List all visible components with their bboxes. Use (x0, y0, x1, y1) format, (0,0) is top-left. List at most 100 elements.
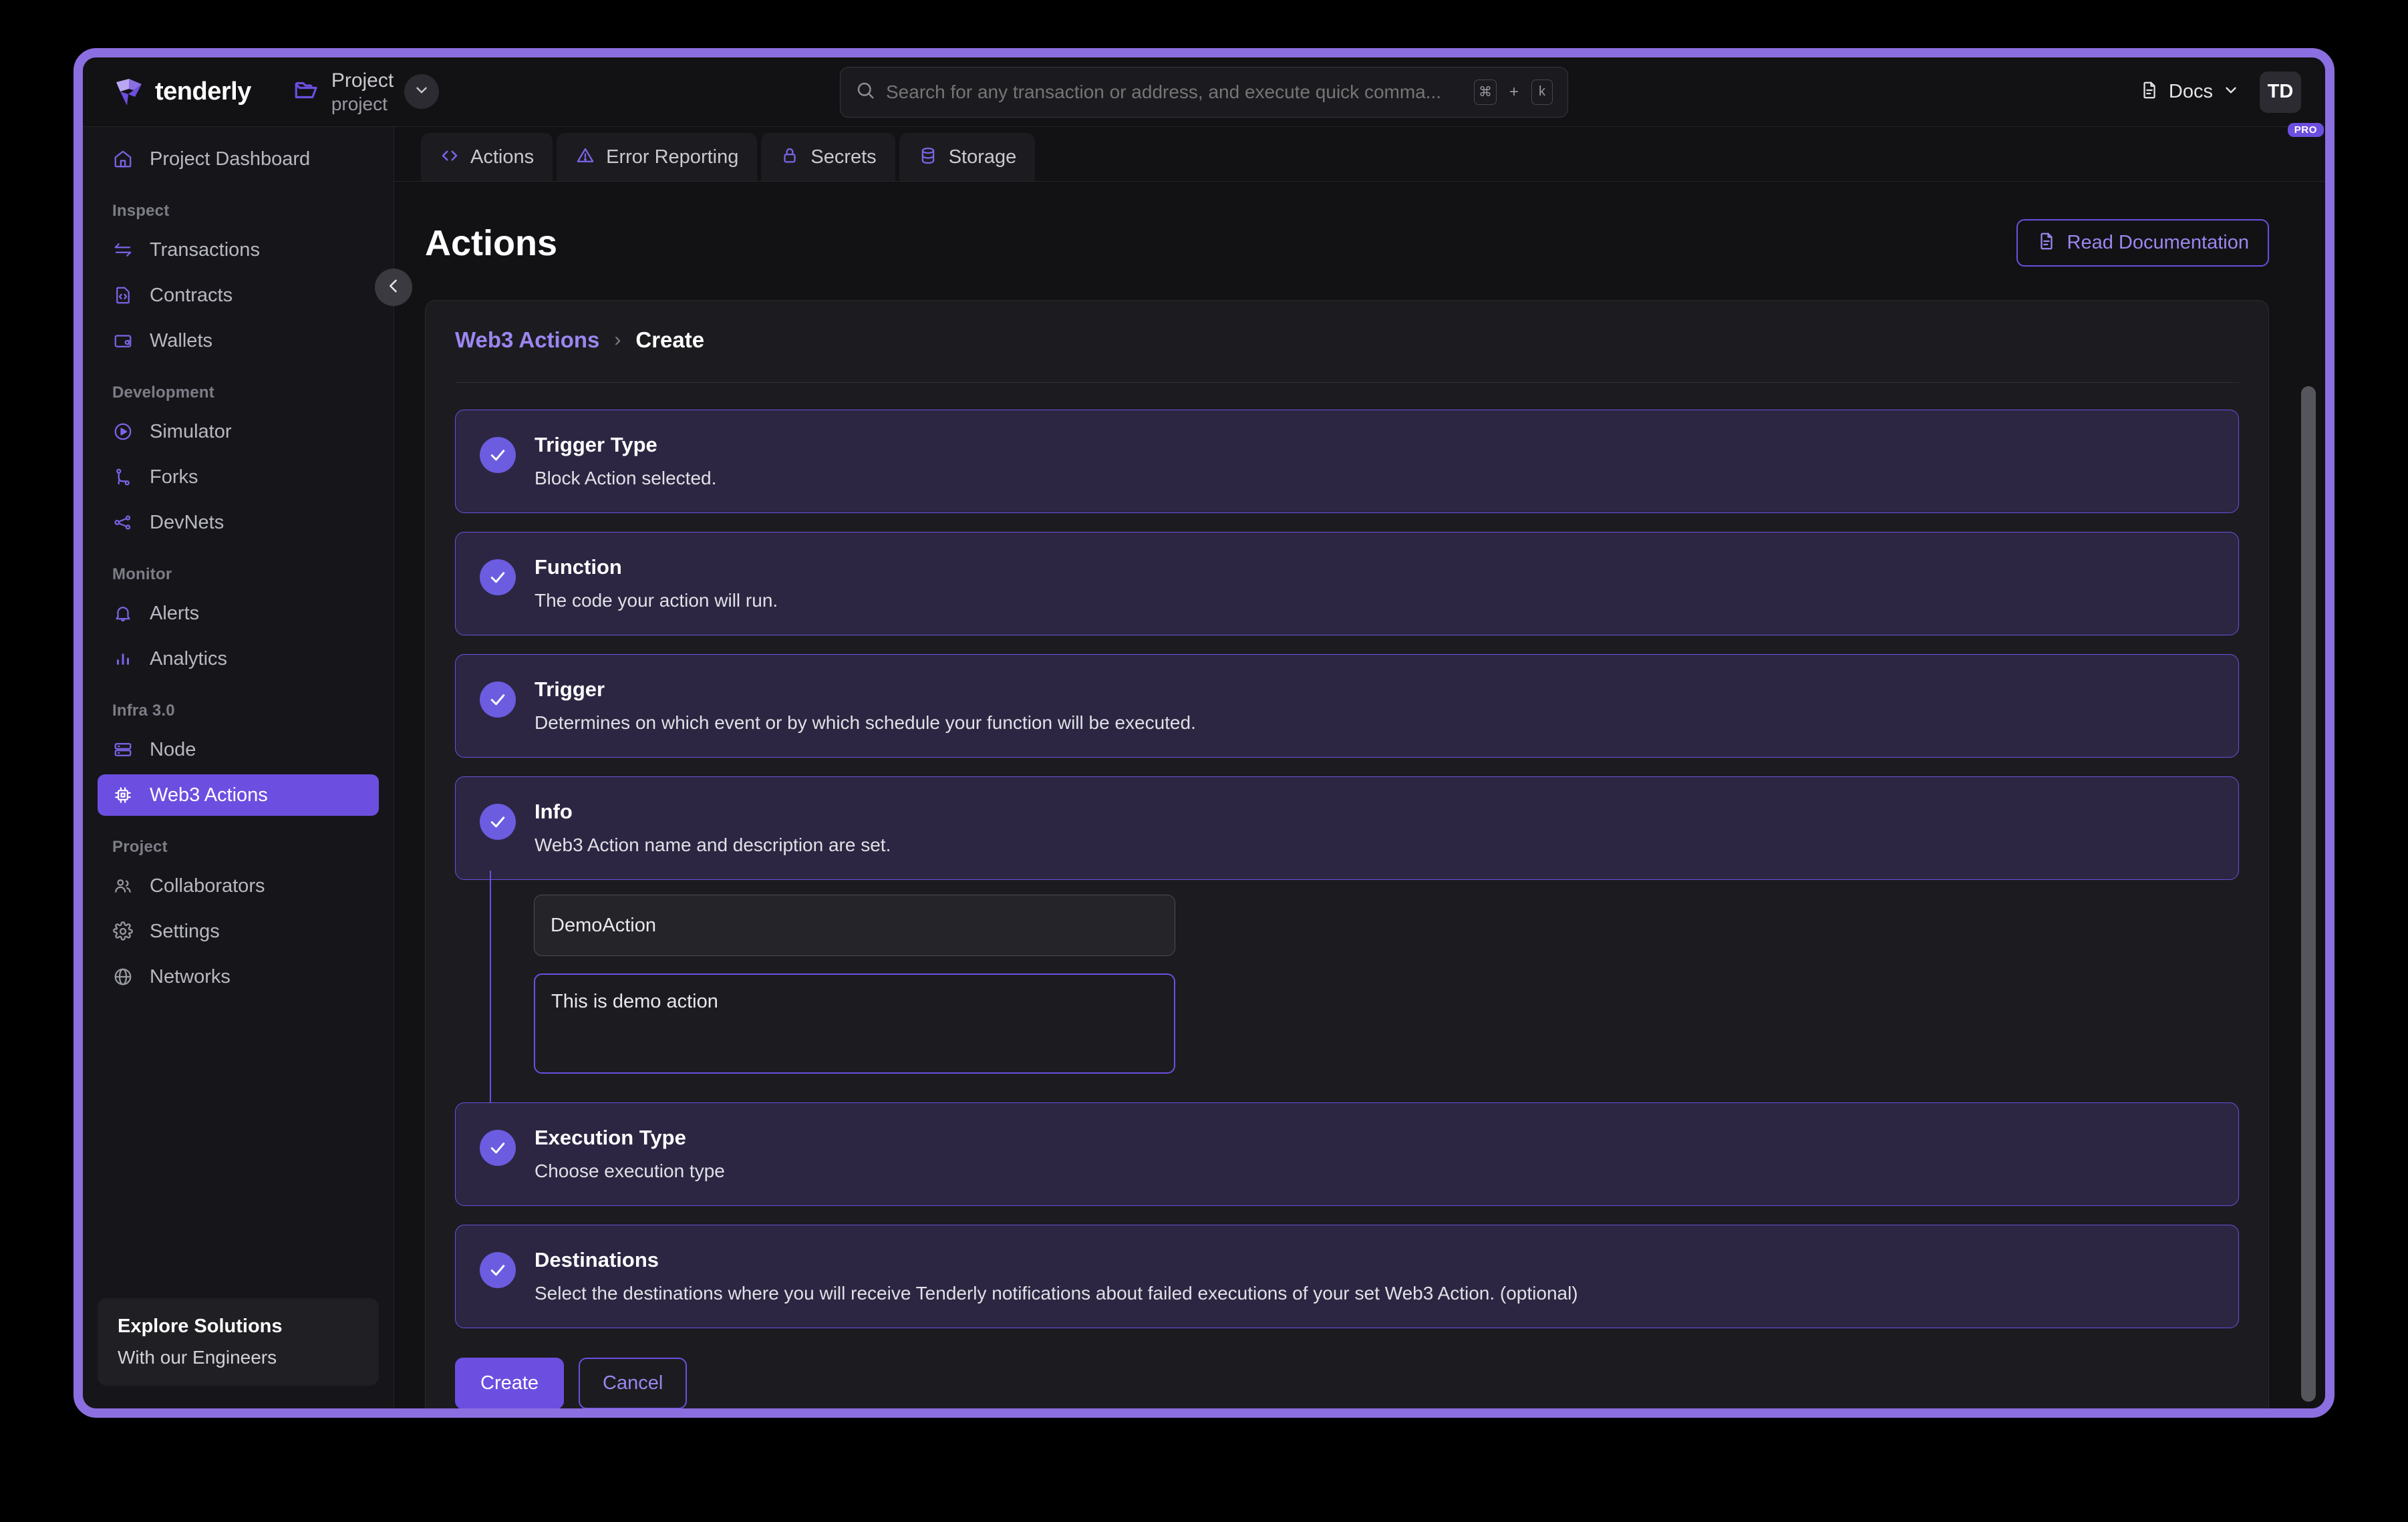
search-input[interactable] (886, 81, 1463, 103)
docs-label: Docs (2168, 81, 2213, 102)
breadcrumb: Web3 Actions › Create (455, 327, 2239, 383)
step-title: Function (535, 555, 622, 579)
step-title: Destinations (535, 1248, 659, 1271)
document-icon (2037, 231, 2057, 255)
top-bar-right: Docs TD (2139, 71, 2301, 113)
tab-storage[interactable]: Storage (899, 133, 1036, 181)
warning-triangle-icon (575, 146, 595, 169)
form-actions: Create Cancel (455, 1358, 2239, 1408)
global-search[interactable]: ⌘ + k (840, 66, 1568, 118)
sidebar-item-node[interactable]: Node (98, 729, 379, 770)
read-documentation-label: Read Documentation (2067, 232, 2249, 253)
sidebar-item-label: Transactions (150, 239, 260, 261)
cancel-button[interactable]: Cancel (579, 1358, 688, 1408)
sidebar-item-label: Networks (150, 965, 231, 987)
step-title: Execution Type (535, 1126, 686, 1149)
sidebar-item-wallets[interactable]: Wallets (98, 320, 379, 361)
check-icon (480, 1130, 516, 1166)
tenderly-logo[interactable]: tenderly PRO (100, 75, 2324, 137)
action-name-input[interactable] (534, 895, 1175, 956)
step-info[interactable]: Info Web3 Action name and description ar… (455, 776, 2239, 880)
home-icon (112, 148, 134, 170)
page-title: Actions (425, 222, 558, 263)
chip-icon (112, 784, 134, 806)
user-avatar[interactable]: TD (2260, 71, 2301, 113)
sidebar-item-networks[interactable]: Networks (98, 956, 379, 998)
tab-error-reporting[interactable]: Error Reporting (557, 133, 758, 181)
info-field-group (534, 895, 1175, 1077)
docs-button[interactable]: Docs (2139, 80, 2240, 104)
sidebar-item-label: Forks (150, 466, 198, 488)
create-action-panel: Web3 Actions › Create Trigger Type Block… (425, 300, 2269, 1408)
gear-icon (112, 921, 134, 942)
check-icon (480, 1252, 516, 1288)
sidebar-item-project-dashboard[interactable]: Project Dashboard (98, 138, 379, 180)
sidebar-item-web3-actions[interactable]: Web3 Actions (98, 774, 379, 816)
sidebar-item-label: Analytics (150, 647, 228, 669)
body: Project Dashboard Inspect Transactions C… (83, 127, 2325, 1408)
step-description: Determines on which event or by which sc… (535, 712, 1196, 733)
project-name: Project (331, 69, 394, 92)
sidebar-item-alerts[interactable]: Alerts (98, 593, 379, 634)
step-destinations[interactable]: Destinations Select the destinations whe… (455, 1225, 2239, 1328)
sidebar-item-settings[interactable]: Settings (98, 911, 379, 952)
sidebar-item-label: Simulator (150, 420, 232, 442)
promo-subtitle: With our Engineers (118, 1347, 277, 1368)
step-trigger-type[interactable]: Trigger Type Block Action selected. (455, 410, 2239, 513)
sidebar-item-contracts[interactable]: Contracts (98, 275, 379, 316)
breadcrumb-current: Create (635, 327, 705, 352)
step-function[interactable]: Function The code your action will run. (455, 532, 2239, 635)
sidebar-item-label: Collaborators (150, 875, 265, 897)
action-description-input[interactable] (534, 973, 1175, 1074)
contract-file-icon (112, 285, 134, 306)
sidebar-item-transactions[interactable]: Transactions (98, 229, 379, 271)
project-selector[interactable]: Project project (293, 69, 440, 114)
create-button[interactable]: Create (455, 1358, 565, 1408)
tab-label: Actions (470, 146, 535, 168)
sidebar-item-forks[interactable]: Forks (98, 456, 379, 498)
top-bar: tenderly PRO Project project Search for … (83, 57, 2325, 137)
project-dropdown-button[interactable] (404, 74, 440, 110)
tab-actions[interactable]: Actions (421, 133, 553, 181)
pro-badge: PRO (2287, 123, 2324, 137)
bell-icon (112, 603, 134, 624)
tab-secrets[interactable]: Secrets (761, 133, 895, 181)
step-connector-line (490, 871, 491, 1113)
sidebar-item-devnets[interactable]: DevNets (98, 502, 379, 543)
sidebar-item-simulator[interactable]: Simulator (98, 411, 379, 452)
check-icon (480, 804, 516, 840)
wizard-steps: Trigger Type Block Action selected. Func… (455, 410, 2239, 1408)
sidebar-item-collaborators[interactable]: Collaborators (98, 865, 379, 907)
code-brackets-icon (440, 146, 460, 169)
step-description: Web3 Action name and description are set… (535, 834, 891, 855)
chevron-left-icon (384, 277, 403, 299)
users-icon (112, 875, 134, 897)
tenderly-logo-icon (112, 75, 146, 109)
page-header: Actions Read Documentation (425, 219, 2269, 267)
check-icon (480, 559, 516, 595)
project-slug: project (331, 93, 388, 114)
step-description: Block Action selected. (535, 468, 717, 488)
lock-icon (780, 146, 800, 169)
sidebar-section-infra: Infra 3.0 (112, 702, 175, 720)
sidebar-collapse-button[interactable] (375, 269, 412, 306)
kbd-k-key: k (1531, 79, 1553, 105)
breadcrumb-web3-actions[interactable]: Web3 Actions (455, 327, 599, 353)
scrollbar-thumb[interactable] (2301, 386, 2316, 1402)
devnets-nodes-icon (112, 512, 134, 533)
step-title: Trigger Type (535, 433, 657, 456)
fork-branch-icon (112, 466, 134, 488)
globe-icon (112, 966, 134, 987)
step-trigger[interactable]: Trigger Determines on which event or by … (455, 654, 2239, 758)
promo-title: Explore Solutions (118, 1316, 283, 1337)
tab-label: Error Reporting (606, 146, 739, 168)
read-documentation-button[interactable]: Read Documentation (2016, 219, 2269, 267)
sidebar-item-label: Node (150, 738, 196, 760)
step-description: Choose execution type (535, 1161, 725, 1181)
sidebar-item-label: Alerts (150, 602, 200, 624)
explore-solutions-card[interactable]: Explore Solutions With our Engineers (98, 1298, 379, 1386)
sidebar-item-analytics[interactable]: Analytics (98, 638, 379, 679)
check-icon (480, 437, 516, 473)
step-execution-type[interactable]: Execution Type Choose execution type (455, 1102, 2239, 1206)
search-icon (855, 80, 875, 104)
